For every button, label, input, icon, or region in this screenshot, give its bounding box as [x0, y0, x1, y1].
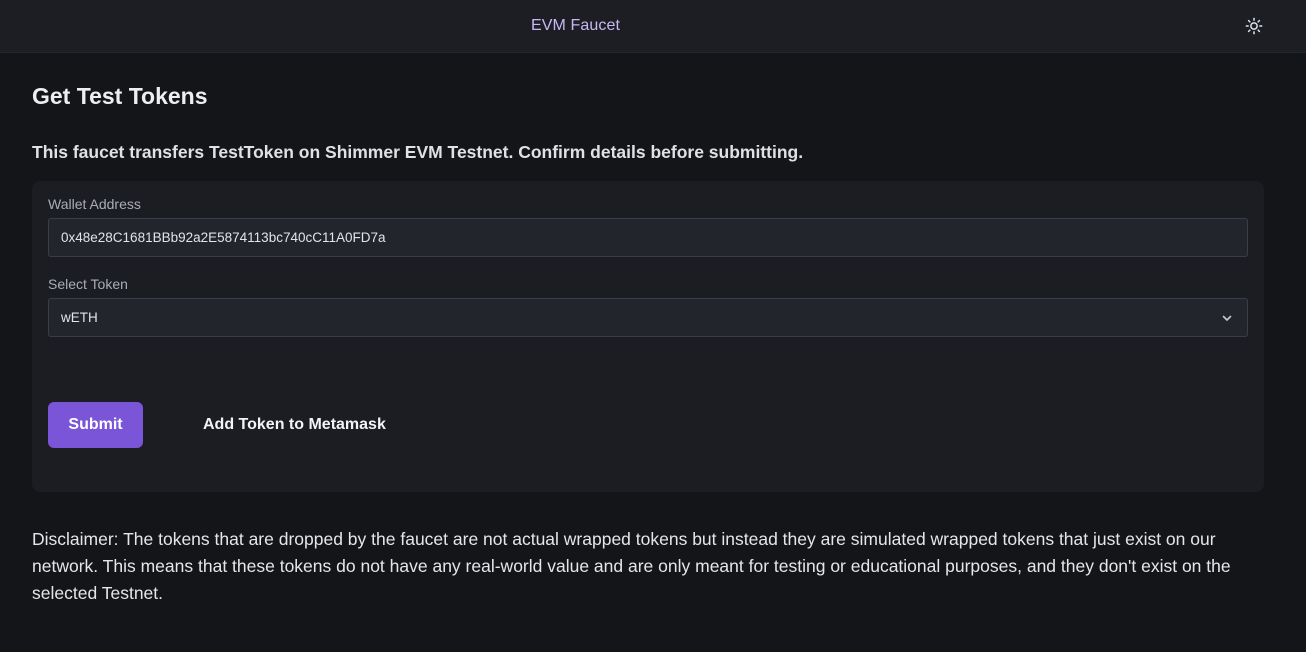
theme-toggle-button[interactable]: [1242, 14, 1266, 38]
chevron-down-icon: [1222, 315, 1232, 321]
page-title: Get Test Tokens: [32, 83, 208, 109]
wallet-address-label: Wallet Address: [48, 196, 141, 212]
wallet-address-input[interactable]: [48, 218, 1248, 257]
token-select-value: wETH: [61, 310, 98, 325]
disclaimer-text: Disclaimer: The tokens that are dropped …: [32, 529, 1231, 603]
select-token-label: Select Token: [48, 276, 128, 292]
faucet-form-card: Wallet Address Select Token wETH Submit …: [32, 181, 1264, 492]
add-token-to-metamask-button[interactable]: Add Token to Metamask: [192, 402, 397, 448]
app-title: EVM Faucet: [531, 17, 621, 34]
submit-button[interactable]: Submit: [48, 402, 143, 448]
faucet-description: This faucet transfers TestToken on Shimm…: [32, 142, 804, 162]
sun-icon: [1245, 17, 1263, 35]
top-bar: EVM Faucet: [0, 0, 1306, 53]
token-select[interactable]: wETH: [48, 298, 1248, 337]
